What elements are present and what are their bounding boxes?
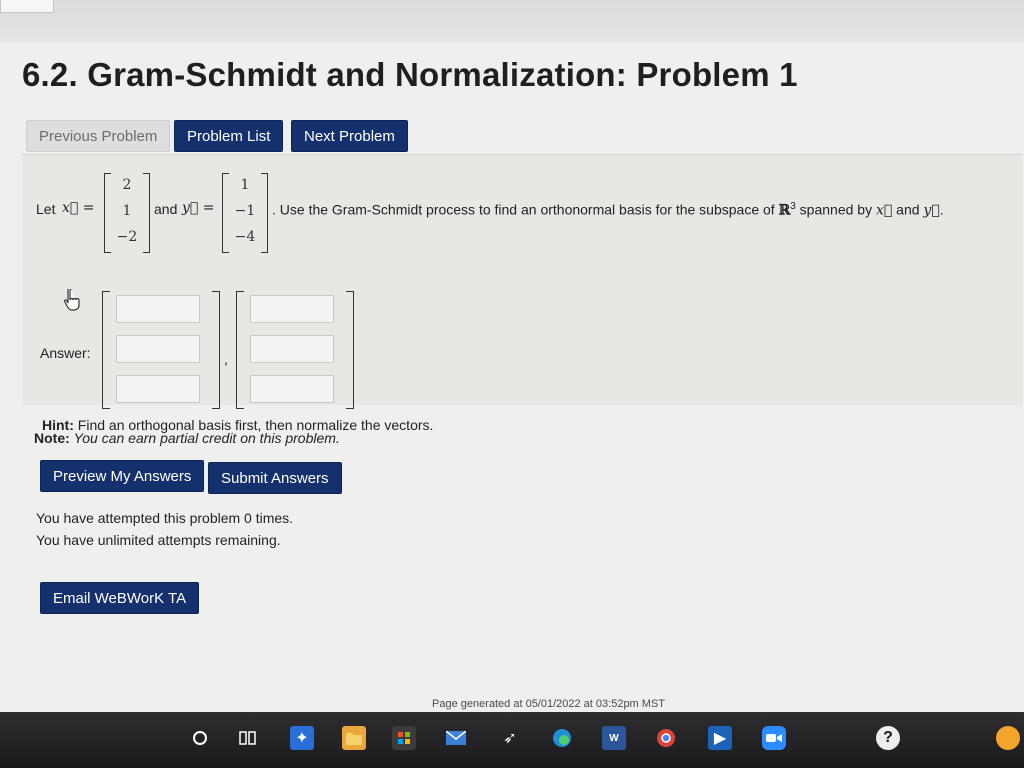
problem-statement: Let x⃗ = 2 1 −2 and y⃗ = 1 −1 −4 . Use t… [22, 154, 1022, 433]
zoom-icon[interactable] [762, 726, 786, 750]
answer-vector-1-entry-1[interactable] [116, 295, 200, 323]
and-label: and [154, 201, 178, 217]
attempts-count-text: You have attempted this problem 0 times. [36, 510, 294, 526]
media-player-icon[interactable]: ▶ [708, 726, 732, 750]
start-search-circle-icon[interactable] [188, 726, 212, 750]
x-vector-reference: x⃗ [875, 202, 893, 219]
help-icon[interactable]: ? [876, 726, 900, 750]
attempts-remaining-text: You have unlimited attempts remaining. [36, 532, 281, 548]
windows-taskbar: ✦ ➶ W ▶ ? [0, 712, 1024, 768]
browser-tab[interactable] [0, 0, 54, 13]
previous-problem-button[interactable]: Previous Problem [26, 120, 171, 152]
page-generated-footer: Page generated at 05/01/2022 at 03:52pm … [432, 698, 665, 710]
real-space-symbol: ℝ [778, 202, 791, 219]
answer-vector-2-entry-3[interactable] [250, 375, 334, 403]
answer-vector-2-entry-2[interactable] [250, 335, 334, 363]
word-icon[interactable]: W [602, 726, 626, 750]
answer-label: Answer: [40, 345, 91, 361]
answer-vector-1 [102, 291, 220, 409]
answer-separator: , [224, 351, 228, 367]
real-space-exponent: 3 [790, 201, 796, 212]
file-explorer-icon[interactable] [342, 726, 366, 750]
store-icon[interactable] [392, 726, 416, 750]
email-ta-button[interactable]: Email WeBWorK TA [40, 582, 200, 614]
preview-answers-button[interactable]: Preview My Answers [40, 460, 205, 492]
webwork-page: 6.2. Gram-Schmidt and Normalization: Pro… [0, 42, 1024, 722]
dropbox-icon[interactable]: ✦ [290, 726, 314, 750]
y-vector-symbol: y⃗ = [182, 200, 215, 216]
problem-list-button[interactable]: Problem List [174, 120, 284, 152]
x-vector-matrix: 2 1 −2 [104, 173, 150, 253]
x-vector-entry: 2 [122, 177, 132, 193]
x-vector-symbol: x⃗ = [62, 200, 95, 216]
y-vector-entry: −1 [234, 203, 256, 219]
note-label: Note: [34, 430, 70, 446]
answer-vector-1-entry-2[interactable] [116, 335, 200, 363]
and-between-label: and [896, 201, 920, 218]
instruction-text-spanned: spanned by [799, 201, 873, 218]
task-view-icon[interactable] [236, 726, 260, 750]
note-text: You can earn partial credit on this prob… [73, 430, 340, 446]
next-problem-button[interactable]: Next Problem [291, 120, 408, 152]
pointer-hand-icon [64, 289, 80, 311]
y-vector-entry: −4 [234, 229, 256, 245]
period: . [939, 201, 944, 218]
feather-app-icon[interactable]: ➶ [498, 726, 522, 750]
page-title: 6.2. Gram-Schmidt and Normalization: Pro… [22, 56, 798, 93]
instruction-text: . Use the Gram-Schmidt process to find a… [272, 201, 775, 218]
chrome-icon[interactable] [654, 726, 678, 750]
submit-answers-button[interactable]: Submit Answers [208, 462, 342, 494]
x-vector-entry: 1 [122, 203, 132, 219]
let-label: Let [36, 201, 56, 217]
answer-vector-2-entry-1[interactable] [250, 295, 334, 323]
edge-browser-icon[interactable] [550, 726, 574, 750]
mail-icon[interactable] [444, 726, 468, 750]
note: Note: You can earn partial credit on thi… [34, 430, 340, 446]
y-vector-matrix: 1 −1 −4 [222, 173, 268, 253]
x-vector-entry: −2 [116, 229, 138, 245]
answer-vector-2 [236, 291, 354, 409]
y-vector-entry: 1 [240, 177, 250, 193]
y-vector-reference: y⃗ [923, 202, 940, 219]
answer-vector-1-entry-3[interactable] [116, 375, 200, 403]
notification-orb-icon[interactable] [996, 726, 1020, 750]
problem-instruction: . Use the Gram-Schmidt process to find a… [272, 201, 944, 219]
browser-top-bar [0, 0, 1024, 43]
